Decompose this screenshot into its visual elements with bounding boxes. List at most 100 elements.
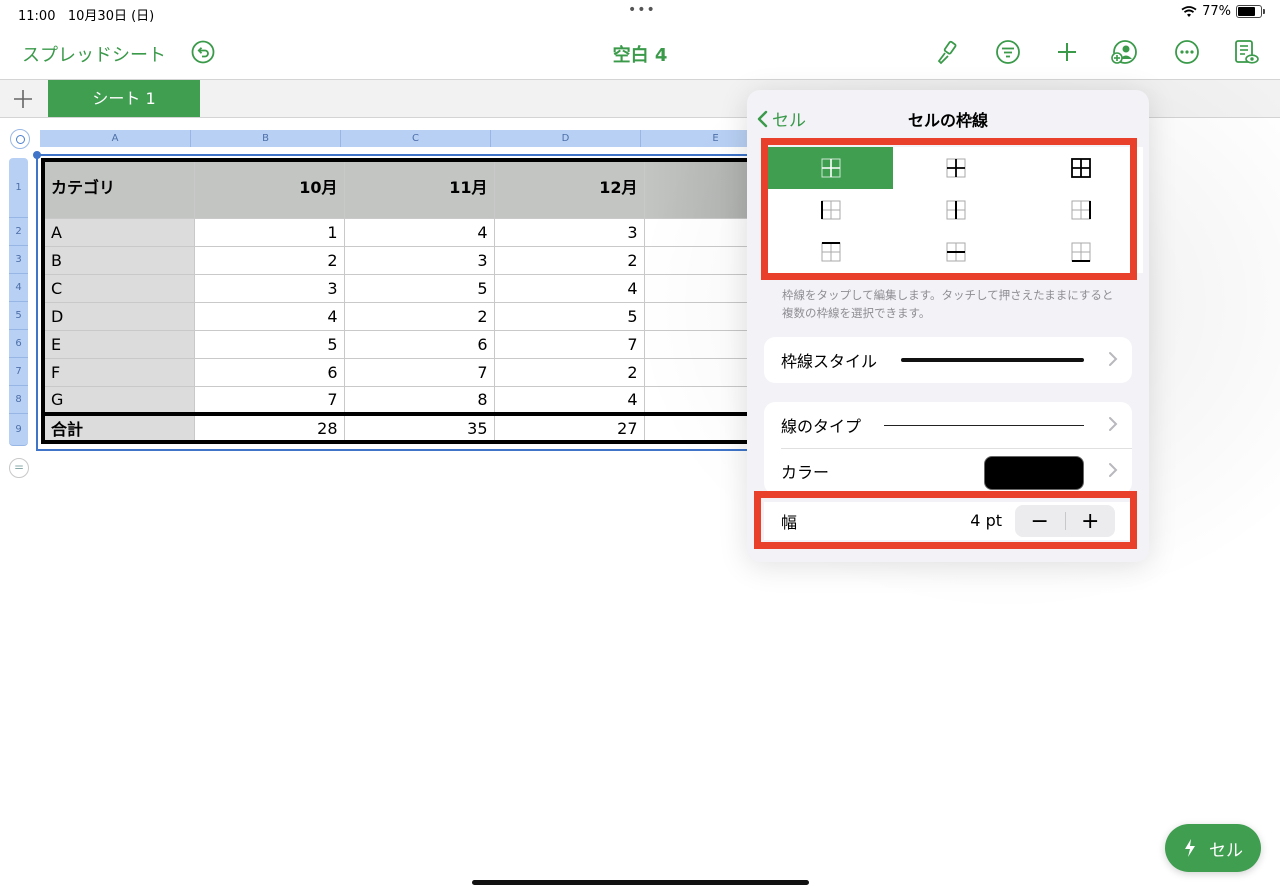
- border-all-option[interactable]: [1018, 147, 1143, 189]
- value-cell[interactable]: 5: [493, 301, 645, 331]
- collaborate-icon[interactable]: [1111, 39, 1137, 65]
- color-row[interactable]: カラー: [764, 448, 1132, 494]
- spreadsheets-back-button[interactable]: スプレッドシート: [22, 41, 166, 67]
- row-header[interactable]: 3: [9, 246, 28, 274]
- organize-icon[interactable]: [995, 39, 1021, 65]
- value-cell[interactable]: 6: [343, 329, 495, 359]
- value-cell[interactable]: 8: [343, 385, 495, 415]
- value-cell[interactable]: 6: [193, 357, 345, 387]
- value-cell[interactable]: 4: [343, 217, 495, 247]
- border-style-label: 枠線スタイル: [781, 352, 878, 371]
- value-cell[interactable]: 2: [343, 301, 495, 331]
- border-horizontal-center-option[interactable]: [893, 231, 1018, 273]
- format-brush-icon[interactable]: [934, 39, 960, 65]
- value-cell[interactable]: 1: [193, 217, 345, 247]
- border-inner-all-option[interactable]: [768, 147, 893, 189]
- reading-view-icon[interactable]: [1233, 39, 1259, 65]
- chevron-right-icon: [1109, 417, 1118, 431]
- decrease-width-button[interactable]: −: [1015, 505, 1065, 537]
- border-inner-option[interactable]: [893, 147, 1018, 189]
- value-cell[interactable]: 4: [193, 301, 345, 331]
- cell-action-label: セル: [1209, 840, 1243, 861]
- border-style-group: 枠線スタイル: [764, 337, 1132, 383]
- border-all-icon: [1070, 158, 1091, 178]
- category-cell[interactable]: F: [42, 357, 195, 387]
- line-settings-group: 線のタイプ カラー: [764, 402, 1132, 494]
- value-cell[interactable]: 3: [343, 245, 495, 275]
- value-cell[interactable]: 2: [493, 357, 645, 387]
- increase-width-button[interactable]: +: [1066, 505, 1116, 537]
- value-cell[interactable]: 4: [493, 273, 645, 303]
- multitasking-dots[interactable]: •••: [628, 2, 656, 18]
- table-select-handle[interactable]: [10, 129, 30, 149]
- total-cell[interactable]: 28: [193, 412, 345, 443]
- document-title[interactable]: 空白 4: [613, 45, 668, 66]
- color-swatch[interactable]: [984, 456, 1084, 490]
- border-bottom-option[interactable]: [1018, 231, 1143, 273]
- table-row: F 6 7 2: [42, 357, 795, 387]
- border-vertical-center-option[interactable]: [893, 189, 1018, 231]
- column-header-d[interactable]: D: [491, 130, 641, 147]
- wifi-icon: [1181, 5, 1197, 17]
- row-header[interactable]: 6: [9, 330, 28, 358]
- table-row: G 7 8 4: [42, 385, 795, 415]
- border-right-option[interactable]: [1018, 189, 1143, 231]
- tab-sheet-1[interactable]: シート 1: [48, 80, 200, 117]
- row-header[interactable]: 1: [9, 158, 28, 218]
- value-cell[interactable]: 5: [193, 329, 345, 359]
- category-cell[interactable]: E: [42, 329, 195, 359]
- total-label-cell[interactable]: 合計: [42, 412, 195, 443]
- value-cell[interactable]: 7: [493, 329, 645, 359]
- value-cell[interactable]: 5: [343, 273, 495, 303]
- home-indicator[interactable]: [472, 880, 809, 885]
- border-left-option[interactable]: [768, 189, 893, 231]
- status-time: 11:00 10月30日 (日): [18, 9, 155, 24]
- add-icon[interactable]: [1054, 39, 1080, 65]
- category-cell[interactable]: B: [42, 245, 195, 275]
- row-header[interactable]: 9: [9, 414, 28, 446]
- value-cell[interactable]: 3: [493, 217, 645, 247]
- border-bottom-icon: [1071, 242, 1090, 262]
- category-cell[interactable]: D: [42, 301, 195, 331]
- header-cell[interactable]: 10月: [193, 159, 345, 219]
- total-cell[interactable]: 35: [343, 412, 495, 443]
- column-header-c[interactable]: C: [341, 130, 491, 147]
- chevron-right-icon: [1109, 352, 1118, 366]
- border-style-row[interactable]: 枠線スタイル: [764, 337, 1132, 383]
- width-label: 幅: [781, 513, 798, 532]
- category-cell[interactable]: A: [42, 217, 195, 247]
- row-header[interactable]: 8: [9, 386, 28, 414]
- column-header-b[interactable]: B: [191, 130, 341, 147]
- header-cell[interactable]: カテゴリ: [42, 159, 195, 219]
- header-cell[interactable]: 11月: [343, 159, 495, 219]
- border-inner-cross-icon: [946, 158, 965, 178]
- row-header[interactable]: 5: [9, 302, 28, 330]
- row-header[interactable]: 7: [9, 358, 28, 386]
- selection-handle[interactable]: [33, 151, 41, 159]
- undo-icon[interactable]: [191, 40, 215, 64]
- value-cell[interactable]: 4: [493, 385, 645, 415]
- total-row: 合計 28 35 27: [42, 412, 795, 443]
- value-cell[interactable]: 2: [493, 245, 645, 275]
- border-selector-grid: [768, 147, 1143, 273]
- table-row: B 2 3 2: [42, 245, 795, 275]
- line-type-row[interactable]: 線のタイプ: [764, 402, 1132, 448]
- border-top-option[interactable]: [768, 231, 893, 273]
- category-cell[interactable]: G: [42, 385, 195, 415]
- cell-action-button[interactable]: セル: [1165, 824, 1261, 872]
- total-cell[interactable]: 27: [493, 412, 645, 443]
- value-cell[interactable]: 3: [193, 273, 345, 303]
- row-header[interactable]: 2: [9, 218, 28, 246]
- header-cell[interactable]: 12月: [493, 159, 645, 219]
- add-sheet-icon[interactable]: [10, 87, 36, 111]
- row-header[interactable]: 4: [9, 274, 28, 302]
- battery-percent: 77%: [1202, 4, 1231, 19]
- value-cell[interactable]: 7: [193, 385, 345, 415]
- value-cell[interactable]: 2: [193, 245, 345, 275]
- column-header-a[interactable]: A: [40, 130, 191, 147]
- category-cell[interactable]: C: [42, 273, 195, 303]
- lightning-icon: [1185, 839, 1195, 857]
- add-row-button[interactable]: =: [9, 458, 29, 478]
- more-icon[interactable]: [1174, 39, 1200, 65]
- value-cell[interactable]: 7: [343, 357, 495, 387]
